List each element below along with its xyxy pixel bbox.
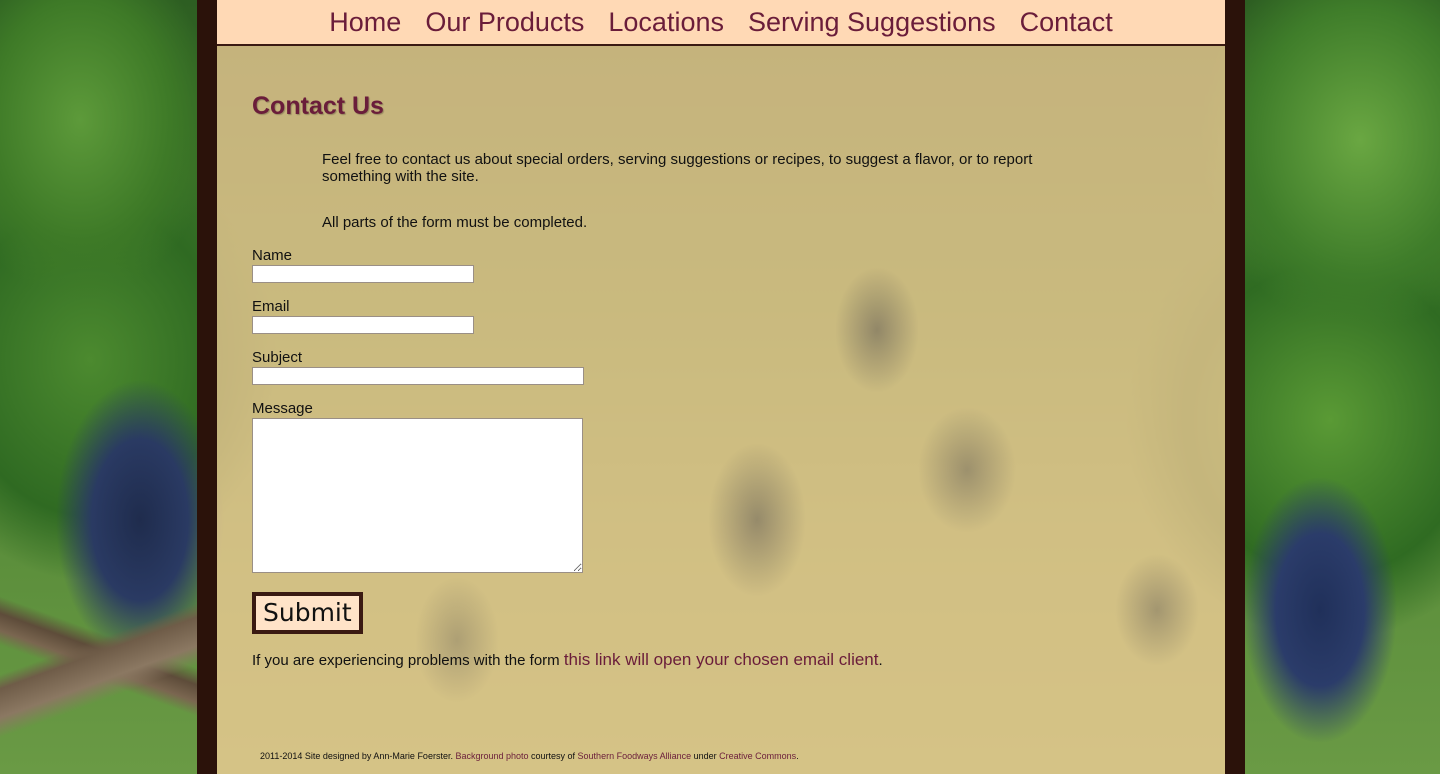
footer-text-4: . (796, 751, 799, 761)
email-field[interactable] (252, 316, 474, 334)
left-border-stripe (197, 0, 217, 774)
southern-foodways-link[interactable]: Southern Foodways Alliance (578, 751, 692, 761)
top-navigation: Home Our Products Locations Serving Sugg… (217, 0, 1225, 46)
vine-background (0, 560, 200, 774)
message-row: Message (252, 400, 1192, 573)
name-field[interactable] (252, 265, 474, 283)
form-help-prefix: If you are experiencing problems with th… (252, 652, 564, 669)
email-row: Email (252, 298, 1192, 334)
nav-serving-suggestions[interactable]: Serving Suggestions (748, 8, 996, 36)
name-label: Name (252, 247, 293, 264)
footer-text-2: courtesy of (528, 751, 578, 761)
form-help-suffix: . (878, 652, 883, 669)
footer-text-1: 2011-2014 Site designed by Ann-Marie Foe… (260, 751, 456, 761)
page-title: Contact Us (252, 92, 384, 120)
nav-home[interactable]: Home (329, 8, 401, 36)
nav-our-products[interactable]: Our Products (425, 8, 584, 36)
main-content: Contact Us Feel free to contact us about… (252, 92, 1192, 670)
subject-row: Subject (252, 349, 1192, 385)
nav-locations[interactable]: Locations (608, 8, 724, 36)
message-field[interactable] (252, 418, 583, 573)
footer: 2011-2014 Site designed by Ann-Marie Foe… (260, 751, 799, 761)
email-label: Email (252, 298, 290, 315)
form-help: If you are experiencing problems with th… (252, 650, 1192, 670)
creative-commons-link[interactable]: Creative Commons (719, 751, 796, 761)
right-border-stripe (1225, 0, 1245, 774)
requirement-note: All parts of the form must be completed. (322, 214, 588, 231)
background-photo-link[interactable]: Background photo (455, 751, 528, 761)
content-panel: Home Our Products Locations Serving Sugg… (217, 0, 1225, 774)
intro-text: Feel free to contact us about special or… (322, 151, 1033, 185)
name-row: Name (252, 247, 1192, 283)
message-label: Message (252, 400, 313, 417)
subject-label: Subject (252, 349, 303, 366)
subject-field[interactable] (252, 367, 584, 385)
nav-contact[interactable]: Contact (1020, 8, 1113, 36)
contact-form: Name Email Subject Message Submit (252, 247, 1192, 634)
email-client-link[interactable]: this link will open your chosen email cl… (564, 650, 879, 669)
footer-text-3: under (691, 751, 720, 761)
submit-button[interactable]: Submit (252, 592, 363, 634)
